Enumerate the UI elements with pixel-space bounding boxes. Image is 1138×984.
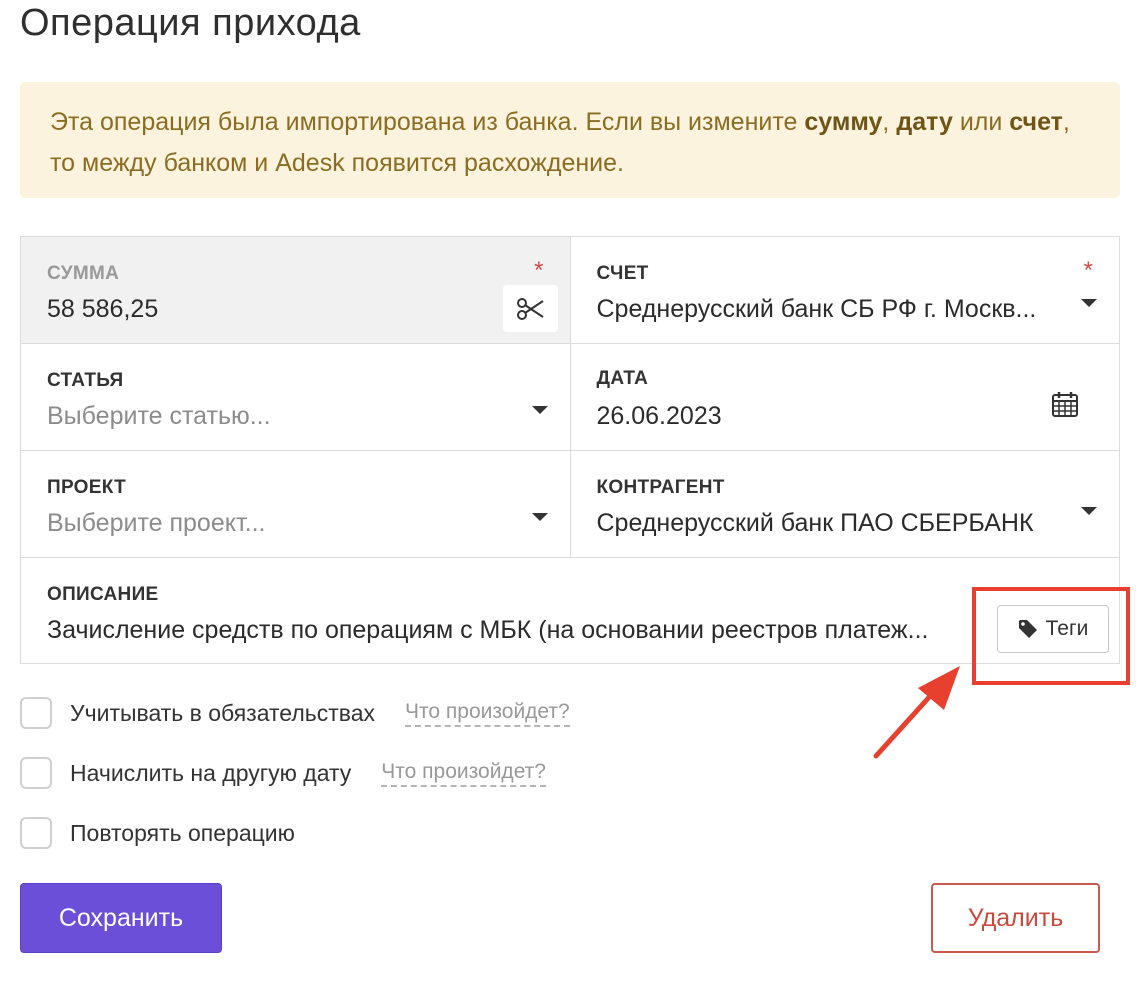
account-field[interactable]: СЧЕТ * Среднерусский банк СБ РФ г. Москв… [571,237,1120,343]
counterparty-select[interactable]: Среднерусский банк ПАО СБЕРБАНК [597,509,1034,538]
split-amount-button[interactable] [502,285,558,332]
other-date-label[interactable]: Начислить на другую дату [70,760,351,787]
save-button[interactable]: Сохранить [20,883,222,953]
obligations-checkbox[interactable] [20,697,52,729]
repeat-label[interactable]: Повторять операцию [70,820,295,847]
form-row: ОПИСАНИЕ Зачисление средств по операциям… [21,558,1120,664]
other-date-help-link[interactable]: Что произойдет? [381,759,546,787]
obligations-label[interactable]: Учитывать в обязательствах [70,700,375,727]
account-label: СЧЕТ [596,263,649,284]
category-select[interactable]: Выберите статью... [47,402,271,431]
form-row: СТАТЬЯ Выберите статью... ДАТА 26.06.202… [21,344,1120,451]
alert-bold-amount: сумму [804,108,883,136]
counterparty-field[interactable]: КОНТРАГЕНТ Среднерусский банк ПАО СБЕРБА… [571,451,1120,557]
alert-text-part: , [882,108,897,136]
chevron-down-icon[interactable] [1081,299,1097,307]
category-field[interactable]: СТАТЬЯ Выберите статью... [21,344,571,450]
alert-text-part: или [952,108,1010,136]
repeat-checkbox[interactable] [20,817,52,849]
other-date-option: Начислить на другую дату Что произойдет? [20,755,546,791]
form-row: СУММА * 58 586,25 СЧЕТ * Среднерусский б… [21,237,1120,344]
calendar-icon[interactable] [1051,390,1079,423]
amount-value[interactable]: 58 586,25 [47,295,158,324]
scissors-icon [517,297,544,320]
project-label: ПРОЕКТ [47,477,127,498]
category-label: СТАТЬЯ [47,370,124,391]
obligations-option: Учитывать в обязательствах Что произойде… [20,695,570,731]
chevron-down-icon[interactable] [1081,507,1097,515]
alert-text-part: Эта операция была импортирована из банка… [50,108,805,136]
project-field[interactable]: ПРОЕКТ Выберите проект... [21,451,571,557]
alert-bold-date: дату [896,108,953,136]
chevron-down-icon[interactable] [531,513,548,521]
project-select[interactable]: Выберите проект... [47,509,265,538]
form-row: ПРОЕКТ Выберите проект... КОНТРАГЕНТ Сре… [21,451,1120,558]
annotation-arrow-icon [873,666,960,759]
other-date-checkbox[interactable] [20,757,52,789]
page-title: Операция прихода [20,2,361,44]
chevron-down-icon[interactable] [531,406,548,414]
required-marker: * [1083,257,1093,284]
date-label: ДАТА [596,368,649,389]
amount-field: СУММА * 58 586,25 [21,237,571,343]
required-marker: * [534,257,544,284]
amount-label: СУММА [47,263,120,284]
annotation-highlight-box [972,587,1130,685]
description-field[interactable]: ОПИСАНИЕ Зачисление средств по операциям… [21,558,1120,663]
obligations-help-link[interactable]: Что произойдет? [405,699,570,727]
repeat-option: Повторять операцию [20,815,295,851]
alert-bold-account: счет [1009,108,1063,136]
date-field[interactable]: ДАТА 26.06.2023 [571,344,1120,450]
counterparty-label: КОНТРАГЕНТ [596,477,725,498]
import-warning-alert: Эта операция была импортирована из банка… [20,82,1120,198]
description-input[interactable]: Зачисление средств по операциям с МБК (н… [47,616,977,645]
operation-form: СУММА * 58 586,25 СЧЕТ * Среднерусский б… [20,236,1120,664]
delete-button[interactable]: Удалить [931,883,1100,953]
date-input[interactable]: 26.06.2023 [597,402,722,431]
description-label: ОПИСАНИЕ [47,584,159,605]
account-value[interactable]: Среднерусский банк СБ РФ г. Москв... [597,295,1067,324]
